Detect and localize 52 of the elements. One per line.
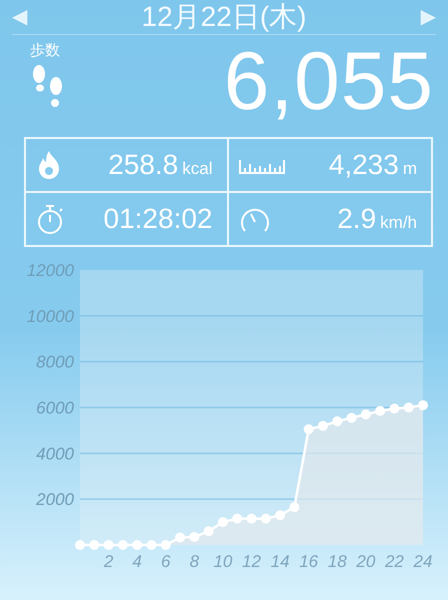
data-point bbox=[104, 540, 114, 550]
next-day-button[interactable]: ▶ bbox=[420, 6, 436, 28]
x-tick-label: 14 bbox=[270, 552, 290, 571]
data-point bbox=[260, 514, 271, 524]
x-tick-label: 8 bbox=[190, 552, 200, 571]
y-tick-label: 2000 bbox=[36, 490, 74, 510]
data-point bbox=[175, 532, 186, 542]
data-point bbox=[118, 540, 128, 550]
data-point bbox=[375, 406, 386, 416]
stopwatch-icon bbox=[36, 203, 64, 235]
data-point bbox=[146, 540, 156, 550]
stat-value: 4,233 m bbox=[328, 149, 417, 181]
data-point bbox=[75, 540, 85, 550]
x-tick-label: 16 bbox=[299, 552, 318, 571]
data-point bbox=[289, 502, 300, 512]
x-tick-label: 2 bbox=[104, 552, 114, 571]
data-point bbox=[218, 517, 228, 528]
data-point bbox=[204, 526, 214, 536]
data-point bbox=[332, 416, 342, 426]
data-point bbox=[89, 540, 100, 550]
x-tick-label: 22 bbox=[384, 552, 404, 571]
data-point bbox=[246, 514, 256, 524]
x-tick-label: 4 bbox=[132, 552, 142, 571]
x-tick-label: 20 bbox=[356, 552, 376, 571]
y-tick-label: 8000 bbox=[36, 352, 74, 372]
x-tick-label: 18 bbox=[328, 552, 347, 571]
data-point bbox=[418, 400, 428, 410]
y-tick-label: 4000 bbox=[36, 444, 74, 464]
data-point bbox=[346, 412, 357, 423]
step-count: 6,055 bbox=[224, 41, 434, 129]
stat-value: 01:28:02 bbox=[104, 203, 212, 235]
stat-value: 2.9 km/h bbox=[337, 203, 417, 235]
steps-label: 歩数 bbox=[30, 41, 60, 60]
previous-day-button[interactable]: ◀ bbox=[12, 6, 28, 28]
flame-icon bbox=[36, 149, 62, 181]
data-point bbox=[275, 510, 286, 520]
data-point bbox=[360, 409, 371, 420]
data-point bbox=[132, 540, 142, 550]
date-title: 12月22日(木) bbox=[142, 1, 306, 33]
x-tick-label: 12 bbox=[242, 552, 261, 571]
x-tick-label: 10 bbox=[213, 552, 232, 571]
y-tick-label: 6000 bbox=[36, 398, 74, 418]
stat-value: 258.8 kcal bbox=[108, 149, 212, 181]
data-point bbox=[404, 402, 414, 412]
data-point bbox=[389, 404, 400, 414]
data-point bbox=[160, 540, 171, 550]
x-tick-label: 24 bbox=[414, 552, 432, 571]
data-point bbox=[304, 424, 314, 434]
x-tick-label: 6 bbox=[161, 552, 170, 571]
data-point bbox=[232, 514, 242, 524]
data-point bbox=[189, 532, 200, 542]
data-point bbox=[318, 420, 328, 431]
